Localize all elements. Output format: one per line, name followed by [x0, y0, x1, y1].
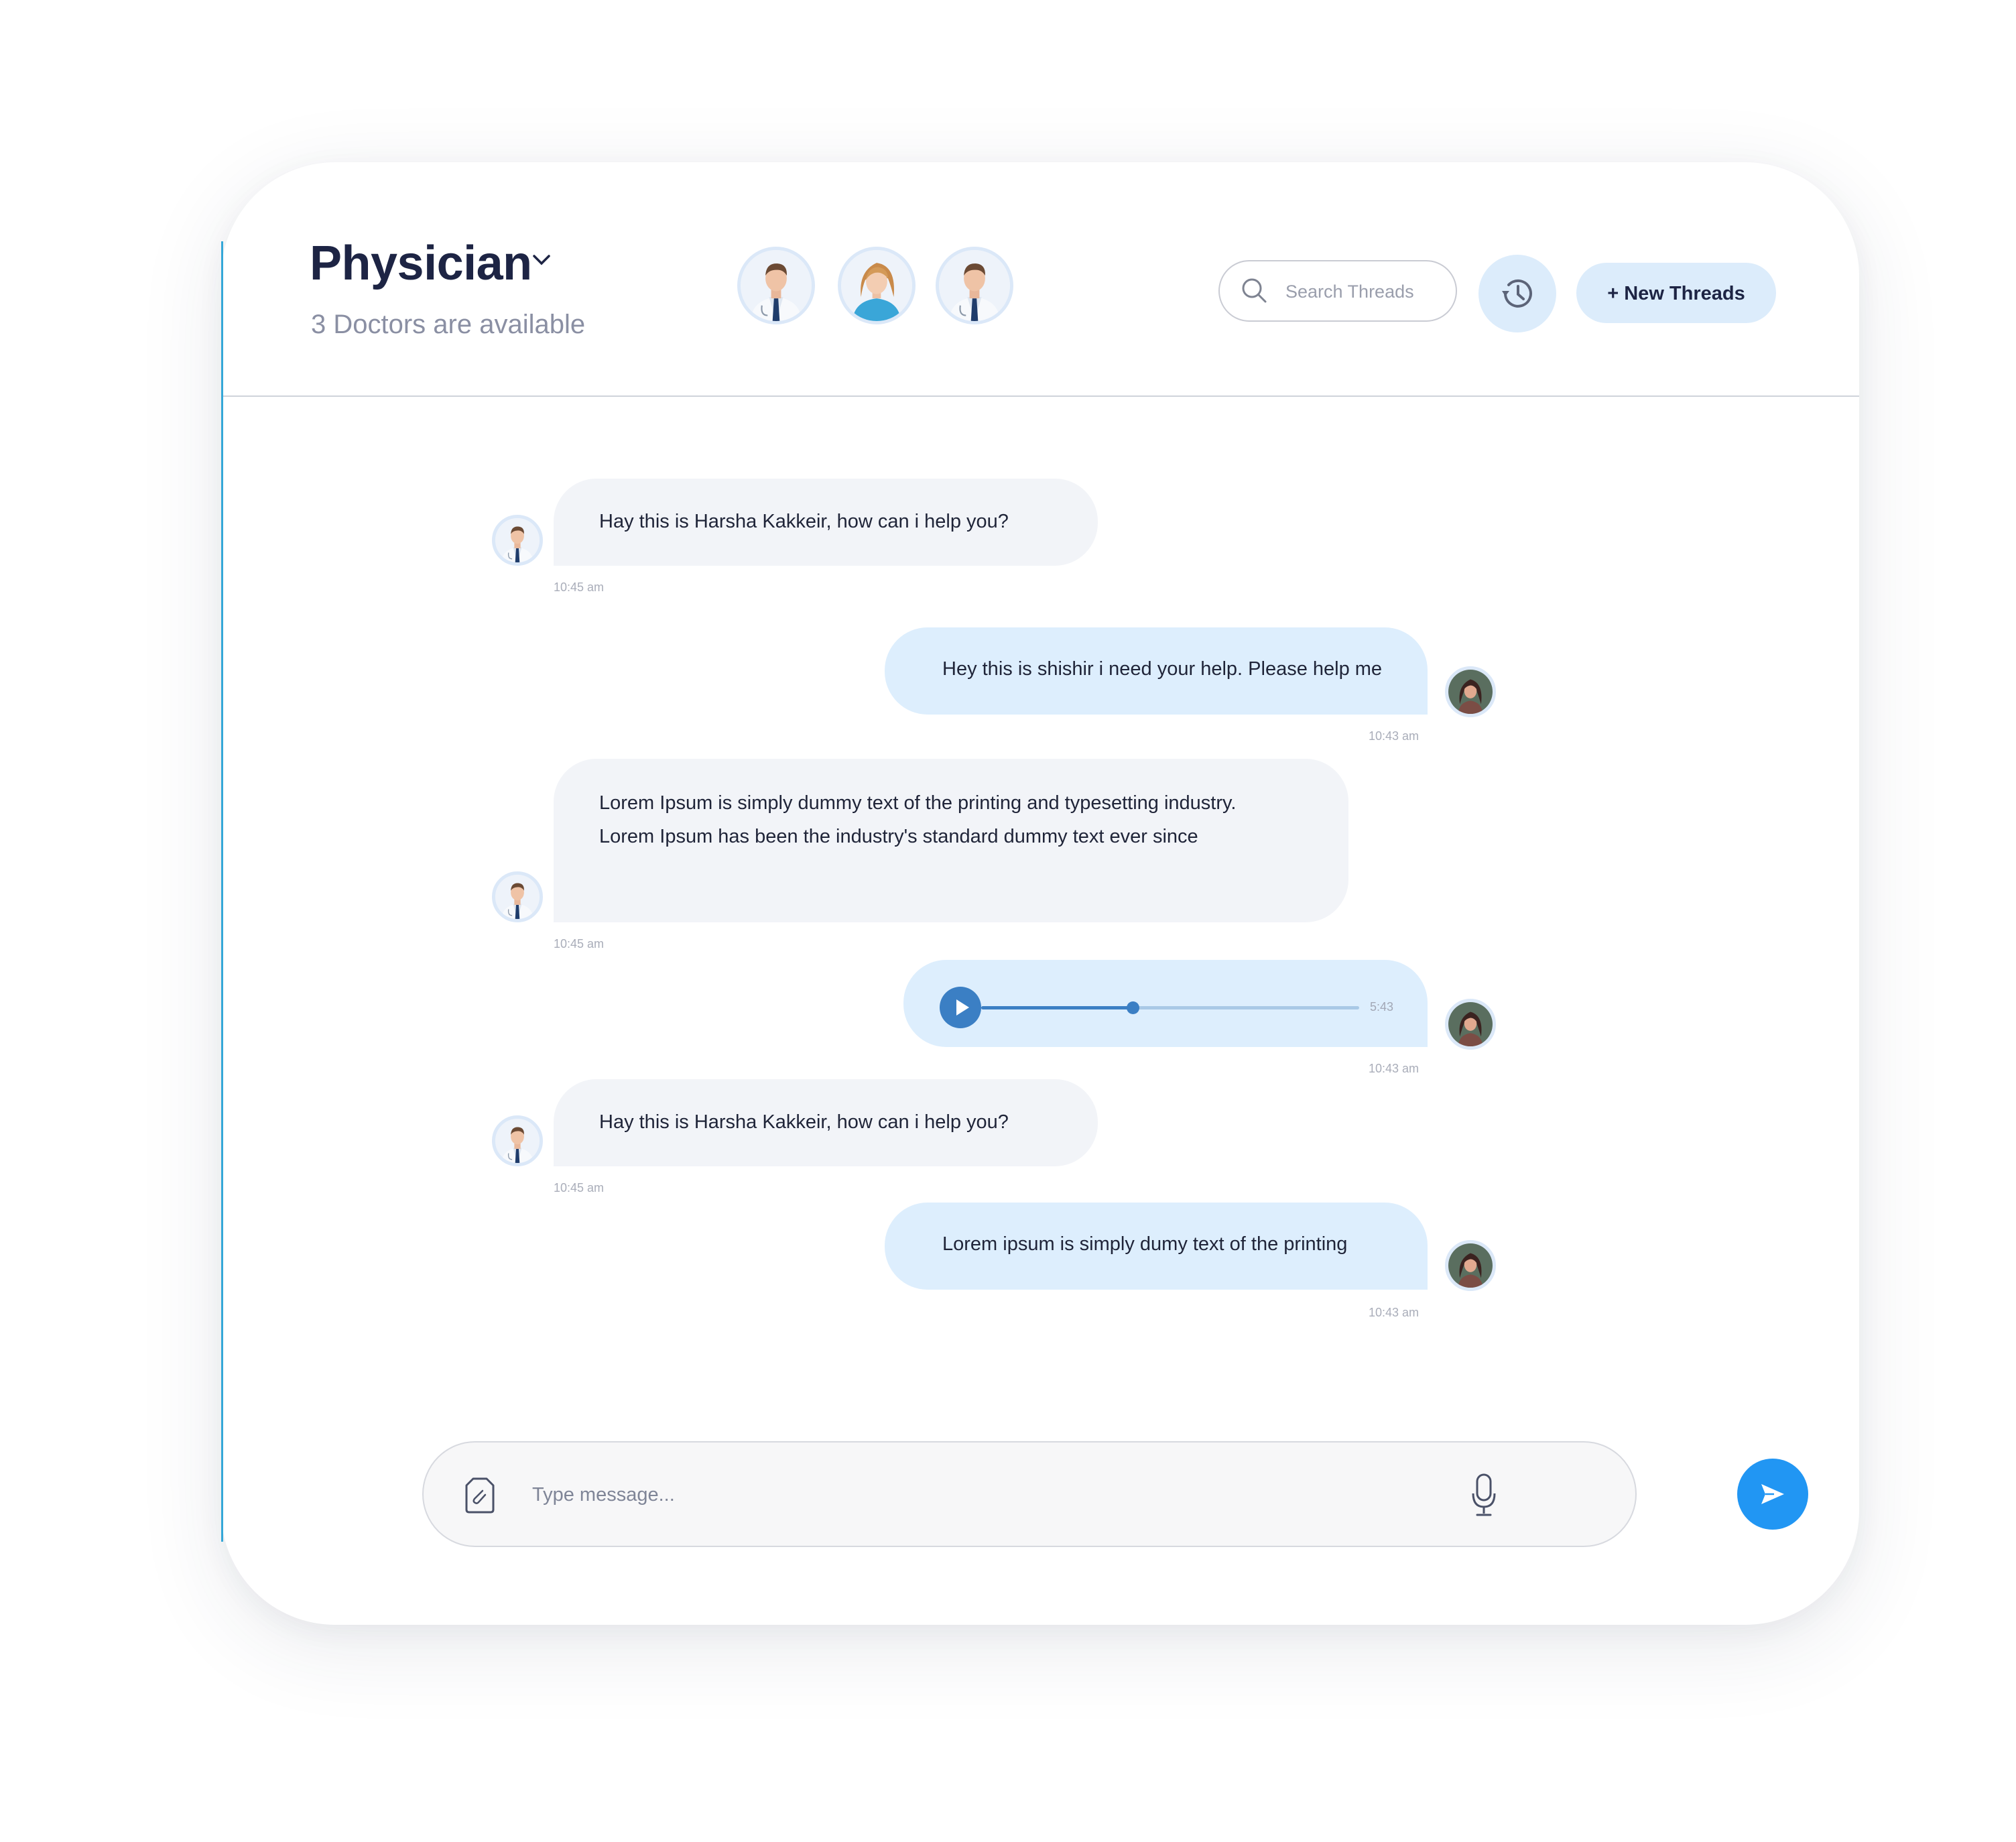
audio-message-bubble: 5:43: [903, 960, 1428, 1047]
message-time: 10:45 am: [554, 937, 605, 950]
message-text: Hay this is Harsha Kakkeir, how can i he…: [599, 511, 1009, 532]
message-composer: [422, 1441, 1808, 1547]
doctor-message-avatar: [492, 1115, 543, 1166]
doctor-avatar-2[interactable]: [838, 247, 916, 324]
search-threads-box[interactable]: [1218, 260, 1457, 322]
message-time: 10:43 am: [1369, 729, 1420, 743]
microphone-icon[interactable]: [1468, 1472, 1500, 1519]
message-text-line-1: Lorem Ipsum is simply dummy text of the …: [599, 792, 1237, 814]
message-input[interactable]: [531, 1473, 1405, 1516]
send-icon: [1761, 1484, 1784, 1504]
doctors-available-text: 3 Doctors are available: [311, 310, 586, 339]
message-bubble-incoming: Hay this is Harsha Kakkeir, how can i he…: [554, 1079, 1098, 1166]
message-time: 10:43 am: [1369, 1306, 1420, 1319]
message-time: 10:45 am: [554, 1181, 605, 1194]
user-message-avatar: [1445, 999, 1496, 1050]
message-time: 10:43 am: [1369, 1062, 1420, 1075]
message-text: Hey this is shishir i need your help. Pl…: [942, 658, 1383, 680]
message-bubble-incoming: Hay this is Harsha Kakkeir, how can i he…: [554, 479, 1098, 566]
doctor-message-avatar: [492, 515, 543, 566]
doctor-message-avatar: [492, 871, 543, 922]
header-divider: [221, 395, 1859, 397]
message-text: Lorem ipsum is simply dumy text of the p…: [942, 1233, 1348, 1255]
chat-panel: Physician 3 Doctors are available + New …: [221, 162, 1859, 1625]
play-icon[interactable]: [940, 987, 981, 1028]
attachment-file-icon[interactable]: [464, 1476, 496, 1515]
doctor-avatar-3[interactable]: [936, 247, 1013, 324]
message-bubble-outgoing: Lorem ipsum is simply dumy text of the p…: [885, 1203, 1428, 1290]
chevron-down-icon[interactable]: [532, 253, 551, 267]
user-message-avatar: [1445, 666, 1496, 717]
message-bubble-outgoing: Hey this is shishir i need your help. Pl…: [885, 627, 1428, 715]
message-text-line-2: Lorem Ipsum has been the industry's stan…: [599, 826, 1198, 847]
history-button[interactable]: [1478, 255, 1556, 332]
send-button[interactable]: [1737, 1459, 1808, 1530]
left-accent-line: [221, 241, 223, 1542]
audio-progress-fill: [981, 1006, 1133, 1009]
message-bubble-incoming: Lorem Ipsum is simply dummy text of the …: [554, 759, 1348, 922]
search-icon: [1242, 278, 1267, 303]
user-message-avatar: [1445, 1240, 1496, 1291]
history-icon: [1502, 279, 1532, 308]
search-input[interactable]: [1284, 273, 1448, 310]
audio-progress-handle[interactable]: [1126, 1001, 1139, 1014]
message-text: Hay this is Harsha Kakkeir, how can i he…: [599, 1111, 1009, 1133]
audio-duration: 5:43: [1370, 1000, 1394, 1014]
audio-progress-track[interactable]: [981, 1001, 1359, 1014]
doctor-avatar-1[interactable]: [737, 247, 815, 324]
new-thread-button[interactable]: + New Threads: [1576, 263, 1776, 323]
page-title: Physician: [310, 237, 532, 290]
message-time: 10:45 am: [554, 580, 605, 594]
